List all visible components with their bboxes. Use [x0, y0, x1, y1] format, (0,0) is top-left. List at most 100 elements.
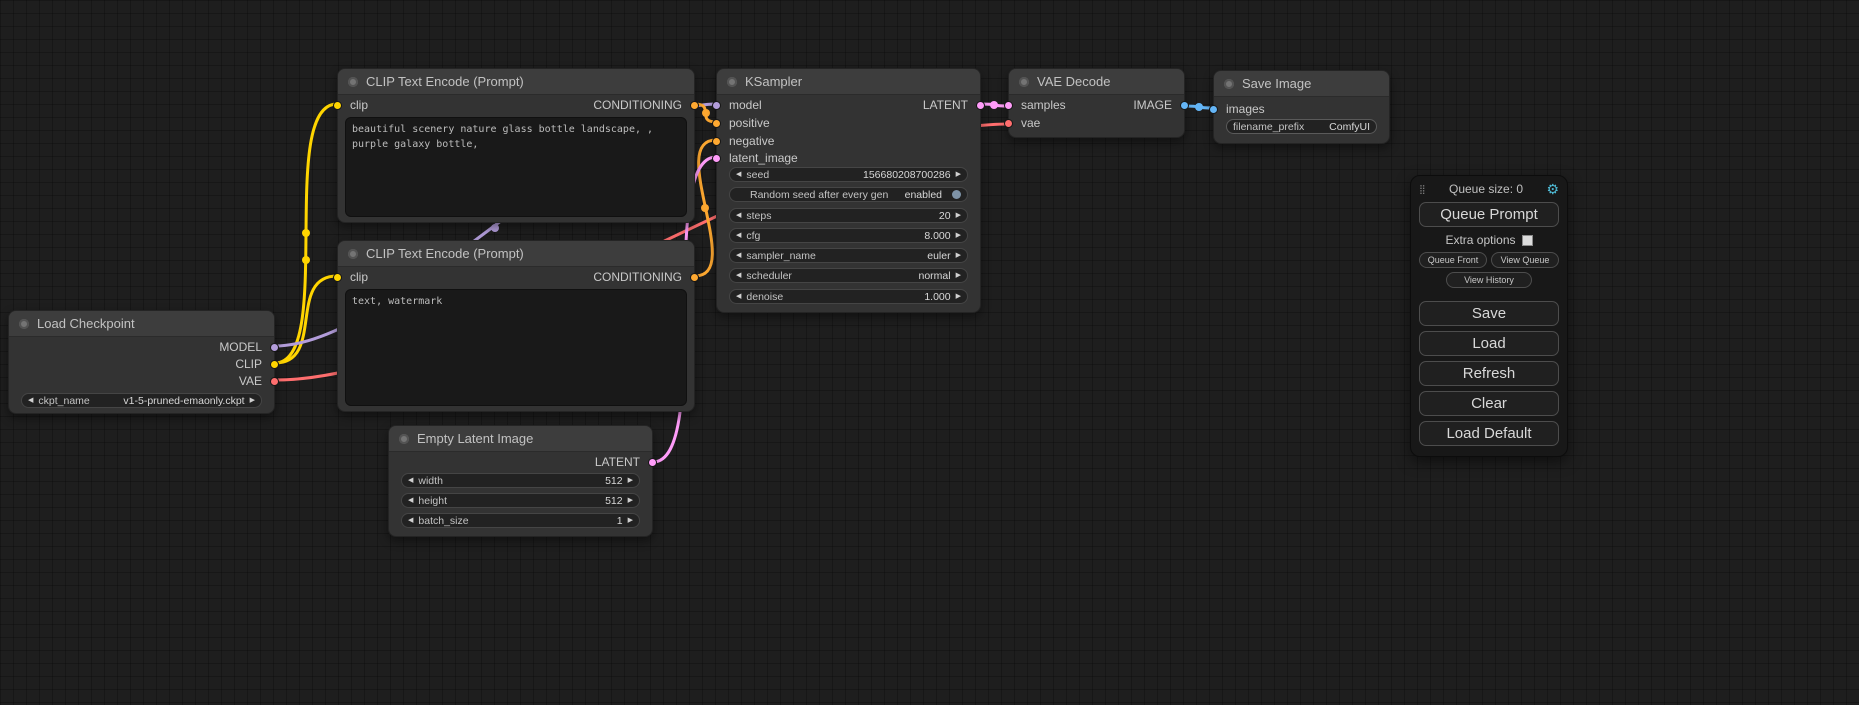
refresh-button[interactable]: Refresh [1419, 361, 1559, 386]
link-dot-clip1 [302, 229, 310, 237]
node-title-bar[interactable]: CLIP Text Encode (Prompt) [338, 69, 694, 95]
output-dot-vae[interactable] [270, 377, 279, 386]
widget-sampler-name[interactable]: ◀ sampler_name euler ▶ [729, 248, 968, 263]
save-button[interactable]: Save [1419, 301, 1559, 326]
widget-random-seed-toggle[interactable]: Random seed after every gen enabled [729, 187, 968, 202]
node-title-bar[interactable]: Load Checkpoint [9, 311, 274, 337]
view-queue-button[interactable]: View Queue [1491, 252, 1559, 268]
arrow-left-icon[interactable]: ◀ [736, 171, 741, 178]
arrow-right-icon[interactable]: ▶ [956, 293, 961, 300]
output-label-vae: VAE [21, 373, 262, 390]
node-title-bar[interactable]: CLIP Text Encode (Prompt) [338, 241, 694, 267]
widget-denoise[interactable]: ◀ denoise 1.000 ▶ [729, 289, 968, 304]
widget-steps[interactable]: ◀ steps 20 ▶ [729, 208, 968, 223]
toggle-dot-icon[interactable] [952, 190, 961, 199]
input-dot-vae[interactable] [1004, 119, 1013, 128]
drag-handle-icon[interactable]: ⣿ [1419, 184, 1426, 195]
queue-size-label: Queue size: 0 [1426, 182, 1547, 196]
collapse-dot-icon[interactable] [348, 249, 358, 259]
link-dot-clip2 [302, 256, 310, 264]
output-dot-image[interactable] [1180, 101, 1189, 110]
input-dot-model[interactable] [712, 101, 721, 110]
extra-options-label: Extra options [1445, 233, 1515, 247]
node-vae-decode[interactable]: VAE Decode samples IMAGE vae [1008, 68, 1185, 138]
output-dot-latent[interactable] [648, 458, 657, 467]
widget-batch-size[interactable]: ◀ batch_size 1 ▶ [401, 513, 640, 528]
node-clip-text-encode-negative[interactable]: CLIP Text Encode (Prompt) clip CONDITION… [337, 240, 695, 412]
load-button[interactable]: Load [1419, 331, 1559, 356]
queue-prompt-button[interactable]: Queue Prompt [1419, 202, 1559, 227]
widget-width[interactable]: ◀ width 512 ▶ [401, 473, 640, 488]
input-dot-samples[interactable] [1004, 101, 1013, 110]
settings-gear-icon[interactable]: ⚙ [1546, 182, 1559, 196]
wire-clip-to-positive-prompt [275, 104, 337, 363]
node-save-image[interactable]: Save Image images filename_prefix ComfyU… [1213, 70, 1390, 144]
collapse-dot-icon[interactable] [1019, 77, 1029, 87]
input-dot-latent-image[interactable] [712, 154, 721, 163]
node-ksampler[interactable]: KSampler model LATENT positive negative … [716, 68, 981, 313]
node-clip-text-encode-positive[interactable]: CLIP Text Encode (Prompt) clip CONDITION… [337, 68, 695, 223]
arrow-left-icon[interactable]: ◀ [736, 252, 741, 259]
widget-cfg[interactable]: ◀ cfg 8.000 ▶ [729, 228, 968, 243]
collapse-dot-icon[interactable] [727, 77, 737, 87]
widget-seed[interactable]: ◀ seed 156680208700286 ▶ [729, 167, 968, 182]
input-label-positive: positive [729, 115, 968, 132]
arrow-right-icon[interactable]: ▶ [628, 497, 633, 504]
arrow-left-icon[interactable]: ◀ [408, 497, 413, 504]
node-load-checkpoint[interactable]: Load Checkpoint MODEL CLIP VAE ◀ ckpt_na… [8, 310, 275, 414]
input-dot-clip[interactable] [333, 273, 342, 282]
arrow-right-icon[interactable]: ▶ [956, 272, 961, 279]
output-dot-clip[interactable] [270, 360, 279, 369]
extra-options-checkbox[interactable] [1522, 235, 1533, 246]
node-title-bar[interactable]: VAE Decode [1009, 69, 1184, 95]
prompt-textarea[interactable]: text, watermark [345, 289, 687, 406]
collapse-dot-icon[interactable] [1224, 79, 1234, 89]
node-title-bar[interactable]: Empty Latent Image [389, 426, 652, 452]
clear-button[interactable]: Clear [1419, 391, 1559, 416]
output-dot-conditioning[interactable] [690, 273, 699, 282]
widget-scheduler[interactable]: ◀ scheduler normal ▶ [729, 268, 968, 283]
widget-height[interactable]: ◀ height 512 ▶ [401, 493, 640, 508]
node-title: Empty Latent Image [417, 431, 533, 446]
prompt-textarea[interactable]: beautiful scenery nature glass bottle la… [345, 117, 687, 217]
arrow-left-icon[interactable]: ◀ [736, 212, 741, 219]
output-label-conditioning: CONDITIONING [593, 97, 682, 114]
arrow-left-icon[interactable]: ◀ [408, 517, 413, 524]
view-history-button[interactable]: View History [1446, 272, 1533, 288]
arrow-right-icon[interactable]: ▶ [250, 397, 255, 404]
node-graph-canvas[interactable]: Load Checkpoint MODEL CLIP VAE ◀ ckpt_na… [0, 0, 1859, 705]
input-dot-clip[interactable] [333, 101, 342, 110]
arrow-left-icon[interactable]: ◀ [736, 293, 741, 300]
arrow-right-icon[interactable]: ▶ [956, 232, 961, 239]
collapse-dot-icon[interactable] [19, 319, 29, 329]
node-title-bar[interactable]: Save Image [1214, 71, 1389, 97]
output-dot-latent[interactable] [976, 101, 985, 110]
widget-label: steps [746, 210, 771, 222]
arrow-right-icon[interactable]: ▶ [956, 212, 961, 219]
output-dot-conditioning[interactable] [690, 101, 699, 110]
input-dot-negative[interactable] [712, 137, 721, 146]
queue-front-button[interactable]: Queue Front [1419, 252, 1487, 268]
arrow-left-icon[interactable]: ◀ [28, 397, 33, 404]
collapse-dot-icon[interactable] [399, 434, 409, 444]
arrow-right-icon[interactable]: ▶ [628, 517, 633, 524]
arrow-right-icon[interactable]: ▶ [628, 477, 633, 484]
arrow-left-icon[interactable]: ◀ [408, 477, 413, 484]
arrow-left-icon[interactable]: ◀ [736, 232, 741, 239]
widget-filename-prefix[interactable]: filename_prefix ComfyUI [1226, 119, 1377, 134]
input-dot-images[interactable] [1209, 105, 1218, 114]
load-default-button[interactable]: Load Default [1419, 421, 1559, 446]
collapse-dot-icon[interactable] [348, 77, 358, 87]
input-label-samples: samples [1021, 97, 1066, 114]
widget-ckpt-name[interactable]: ◀ ckpt_name v1-5-pruned-emaonly.ckpt ▶ [21, 393, 262, 408]
input-label-images: images [1226, 101, 1377, 118]
arrow-right-icon[interactable]: ▶ [956, 252, 961, 259]
arrow-left-icon[interactable]: ◀ [736, 272, 741, 279]
input-dot-positive[interactable] [712, 119, 721, 128]
link-dot-samples [990, 101, 998, 109]
output-dot-model[interactable] [270, 343, 279, 352]
node-title-bar[interactable]: KSampler [717, 69, 980, 95]
arrow-right-icon[interactable]: ▶ [956, 171, 961, 178]
widget-value: normal [919, 270, 951, 282]
node-empty-latent-image[interactable]: Empty Latent Image LATENT ◀ width 512 ▶ … [388, 425, 653, 537]
